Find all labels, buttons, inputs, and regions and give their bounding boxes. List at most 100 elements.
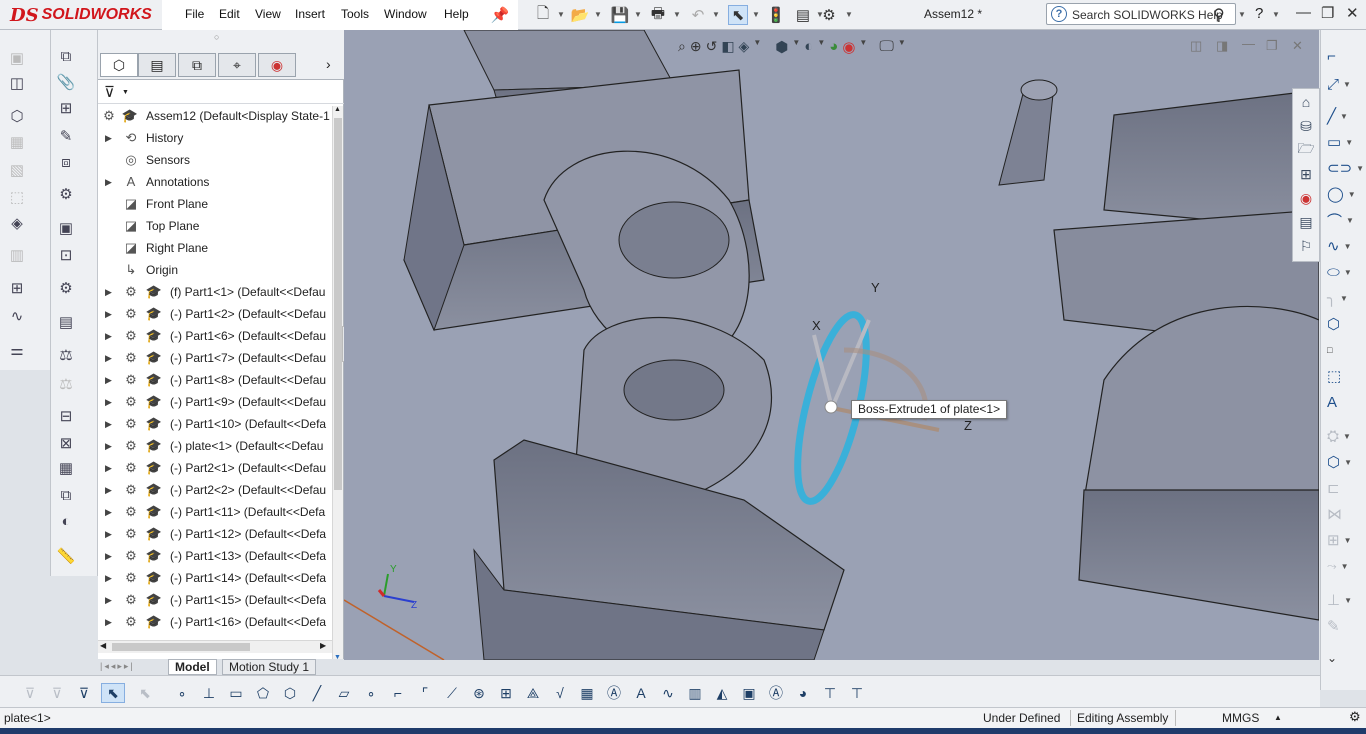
scroll-left-arrow-icon[interactable]: ◀ xyxy=(100,641,106,650)
insert-components-icon[interactable]: ▣ xyxy=(6,48,28,68)
show-hidden-icon[interactable]: ◈ xyxy=(6,213,28,233)
polygon-icon[interactable]: ⬠ xyxy=(253,683,273,703)
hole-series-icon[interactable]: ⊠ xyxy=(55,433,77,453)
convert-entities-icon[interactable]: ⛭ ▼ xyxy=(1327,426,1361,446)
spline-icon[interactable]: ∿ ▼ xyxy=(1327,236,1361,256)
print-icon[interactable]: 🖶 xyxy=(648,5,668,25)
home-icon[interactable]: ⌂ xyxy=(1296,92,1316,112)
file-properties-icon[interactable]: ▤ xyxy=(793,5,813,25)
instant3d-icon[interactable]: ▣ xyxy=(55,218,77,238)
speedpak-icon[interactable]: ⧉ xyxy=(55,485,77,505)
apply-scene-icon[interactable]: ◉ xyxy=(842,38,855,58)
chevron-down-icon[interactable]: ▼ xyxy=(673,10,681,19)
expand-arrow-icon[interactable]: ▶ xyxy=(105,281,112,303)
tree-item[interactable]: ▶ ⚙ 🎓 (-) Part1<8> (Default<<Defau xyxy=(98,369,332,391)
options-gear-icon[interactable]: ⚙ xyxy=(819,5,839,25)
chevron-down-icon[interactable]: ▼ xyxy=(1344,596,1352,605)
custom-properties-icon[interactable]: ▤ xyxy=(1296,212,1316,232)
expand-arrow-icon[interactable]: ▶ xyxy=(105,589,112,611)
rectangle-icon[interactable]: ▭ ▼ xyxy=(1327,132,1361,152)
snap-icon[interactable]: ⊤ xyxy=(847,683,867,703)
tree-horizontal-scrollbar[interactable]: ◀ ▶ xyxy=(98,640,332,653)
expand-arrow-icon[interactable]: ▶ xyxy=(105,457,112,479)
view-orientation-icon[interactable]: ⬢ xyxy=(775,38,788,58)
parallelogram-icon[interactable]: ▱ xyxy=(334,683,354,703)
paperclip-icon[interactable]: 📎 xyxy=(55,72,77,92)
scroll-up-arrow-icon[interactable]: ▲ xyxy=(334,106,341,113)
new-document-icon[interactable]: 🗋 xyxy=(533,5,553,25)
centerpoint-icon[interactable]: ⊛ xyxy=(469,683,489,703)
chevron-down-icon[interactable]: ▼ xyxy=(752,10,760,19)
arc-icon[interactable]: ⌒ ▼ xyxy=(1327,210,1361,230)
text-icon[interactable]: A xyxy=(1327,392,1361,412)
chevron-down-icon[interactable]: ▼ xyxy=(122,89,129,96)
expand-arrow-icon[interactable]: ▶ xyxy=(105,413,112,435)
spline-icon[interactable]: ∿ xyxy=(658,683,678,703)
tree-item[interactable]: ◪ Top Plane xyxy=(98,215,332,237)
chevron-down-icon[interactable]: ▼ xyxy=(1344,268,1352,277)
open-folder-icon[interactable]: 📂 xyxy=(570,5,590,25)
assembly-visualization-icon[interactable]: ▤ xyxy=(55,312,77,332)
search-help-field[interactable]: ? Search SOLIDWORKS Help ⚲ xyxy=(1046,3,1236,25)
tree-item[interactable]: ▶ ⚙ 🎓 (-) Part1<7> (Default<<Defau xyxy=(98,347,332,369)
undo-icon[interactable]: ↶ xyxy=(688,5,708,25)
chevron-right-icon[interactable]: › xyxy=(326,56,331,72)
new-motion-study-icon[interactable]: ∿ xyxy=(6,306,28,326)
menu-edit[interactable]: Edit xyxy=(219,7,240,21)
circle-icon[interactable]: ◯ ▼ xyxy=(1327,184,1361,204)
tree-item[interactable]: ◎ Sensors xyxy=(98,149,332,171)
point-icon[interactable]: ∘ xyxy=(172,683,192,703)
tree-item[interactable]: ▶ ⚙ 🎓 (-) Part1<12> (Default<<Defa xyxy=(98,523,332,545)
chevron-down-icon[interactable]: ▼ xyxy=(557,10,565,19)
panel-grip-icon[interactable]: ○ xyxy=(214,32,219,42)
tree-item[interactable]: ↳ Origin xyxy=(98,259,332,281)
chevron-double-down-icon[interactable]: ⌄ xyxy=(1327,648,1361,668)
chevron-down-icon[interactable]: ▼ xyxy=(1345,138,1353,147)
interference-detection-icon[interactable]: ⚙ xyxy=(55,184,77,204)
save-icon[interactable]: 💾 xyxy=(610,5,630,25)
mate-icon[interactable]: ◫ xyxy=(6,73,28,93)
tab-motion-study-1[interactable]: Motion Study 1 xyxy=(222,659,317,675)
expand-arrow-icon[interactable]: ▶ xyxy=(105,545,112,567)
chevron-down-icon[interactable]: ▼ xyxy=(1344,242,1352,251)
offset-entities-icon[interactable]: ⬡ ▼ xyxy=(1327,452,1361,472)
tab-featuremanager-icon[interactable]: ⬡ xyxy=(100,53,138,77)
tree-item[interactable]: ▶ ⚙ 🎓 (-) Part1<6> (Default<<Defau xyxy=(98,325,332,347)
chevron-down-icon[interactable]: ▼ xyxy=(1340,294,1348,303)
select-cursor-icon[interactable]: ⬉ xyxy=(728,5,748,25)
tree-item[interactable]: ▶ ⚙ 🎓 (-) Part1<13> (Default<<Defa xyxy=(98,545,332,567)
note-icon[interactable]: Ⓐ xyxy=(604,683,624,703)
tab-navigation-arrows-icon[interactable]: |◂◂▸▸| xyxy=(100,661,135,672)
edit-sketch-icon[interactable]: ✎ xyxy=(55,126,77,146)
graphics-area[interactable]: X Y Z ⌕ ⊕ ↺ ◧ ◈ ▼ ⬢ ▼ ◐ ▼ ◕ ◉ ▼ 🖵 ▼ ◫ ◨ … xyxy=(344,30,1319,660)
tree-item[interactable]: ▶ ⚙ 🎓 (-) Part1<14> (Default<<Defa xyxy=(98,567,332,589)
chevron-down-icon[interactable]: ▼ xyxy=(1348,190,1356,199)
line-icon[interactable]: ╱ xyxy=(307,683,327,703)
assembly-features-icon[interactable]: ▥ xyxy=(6,245,28,265)
menu-tools[interactable]: Tools xyxy=(341,7,369,21)
move-entities-icon[interactable]: ⤳ ▼ xyxy=(1327,556,1361,576)
chevron-down-icon[interactable]: ▼ xyxy=(898,38,906,58)
expand-arrow-icon[interactable]: ▶ xyxy=(105,479,112,501)
expand-arrow-icon[interactable]: ▶ xyxy=(105,325,112,347)
rebuild-color-icon[interactable]: ◐ xyxy=(55,511,77,531)
chevron-down-icon[interactable]: ▼ xyxy=(1341,562,1349,571)
tree-item[interactable]: ◪ Front Plane xyxy=(98,193,332,215)
expand-arrow-icon[interactable]: ▶ xyxy=(105,303,112,325)
tab-propertymanager-icon[interactable]: ▤ xyxy=(138,53,176,77)
menu-file[interactable]: File xyxy=(185,7,204,21)
chevron-down-icon[interactable]: ▼ xyxy=(1346,216,1354,225)
cube-icon[interactable]: ⬡ xyxy=(280,683,300,703)
previous-view-icon[interactable]: ↺ xyxy=(706,38,718,58)
appearances-icon[interactable]: ◉ xyxy=(1296,188,1316,208)
linear-pattern-icon[interactable]: ▦ xyxy=(6,132,28,152)
menu-insert[interactable]: Insert xyxy=(295,7,325,21)
axis-icon[interactable]: ⊤ xyxy=(820,683,840,703)
zoom-to-fit-icon[interactable]: ⌕ xyxy=(678,38,686,58)
scrollbar-thumb[interactable] xyxy=(334,118,342,490)
tree-item[interactable]: ▶ ⚙ 🎓 (-) plate<1> (Default<<Defau xyxy=(98,435,332,457)
close-icon[interactable]: ✕ xyxy=(1346,4,1359,22)
plane-icon[interactable]: ⬚ xyxy=(1327,366,1361,386)
smart-fasteners-icon[interactable]: ▧ xyxy=(6,160,28,180)
table-icon[interactable]: ▦ xyxy=(577,683,597,703)
